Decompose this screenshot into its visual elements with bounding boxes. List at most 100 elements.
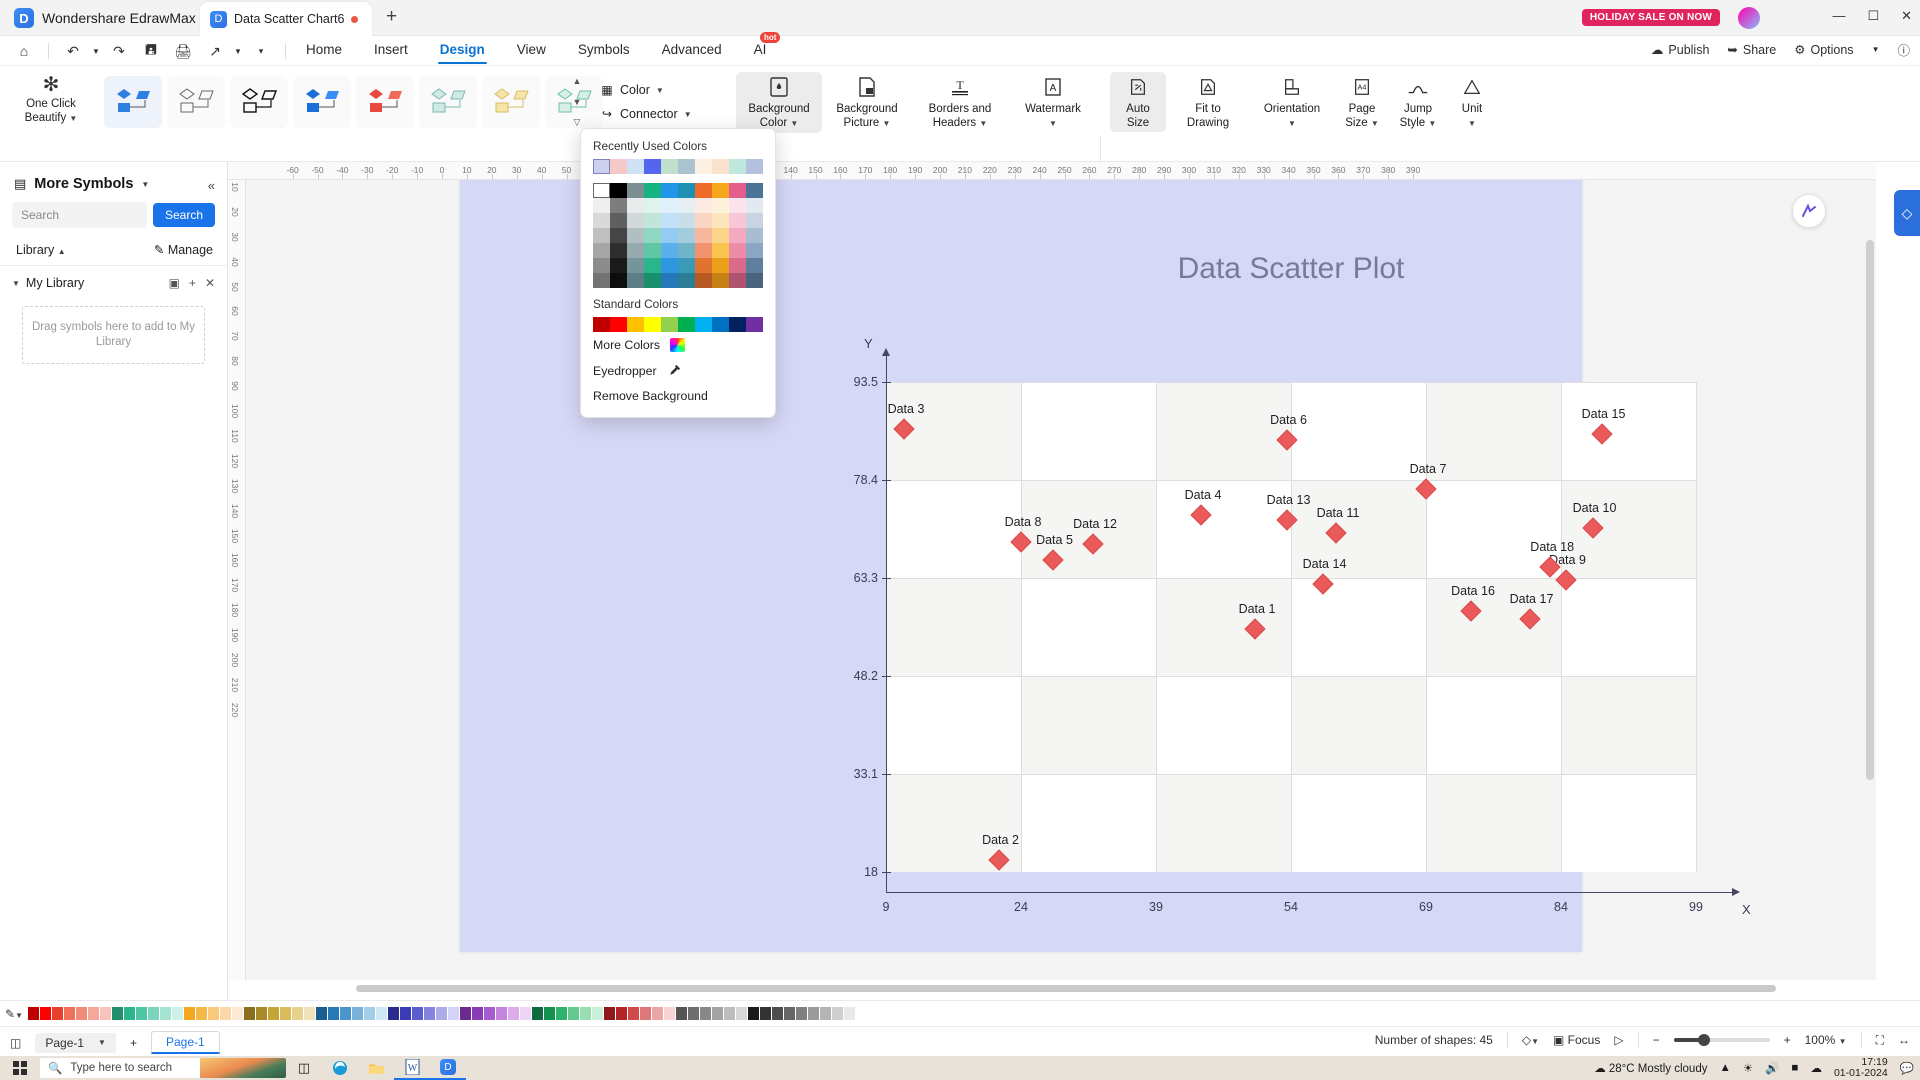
horizontal-ruler[interactable]: -60-50-40-30-20-100102030405060708090100…: [228, 162, 1876, 180]
palette-color-swatch[interactable]: [746, 258, 763, 273]
quick-color-swatch[interactable]: [328, 1007, 339, 1020]
right-rail-button[interactable]: ◇: [1894, 190, 1920, 236]
palette-color-swatch[interactable]: [661, 273, 678, 288]
palette-color-swatch[interactable]: [746, 198, 763, 213]
quick-color-swatch[interactable]: [772, 1007, 783, 1020]
palette-color-swatch[interactable]: [610, 213, 627, 228]
quick-color-swatch[interactable]: [604, 1007, 615, 1020]
maximize-button[interactable]: ☐: [1867, 8, 1879, 24]
page-size-button[interactable]: A4 Page Size ▼: [1334, 72, 1390, 131]
quick-color-swatch[interactable]: [616, 1007, 627, 1020]
palette-color-swatch[interactable]: [729, 273, 746, 288]
fit-width-icon[interactable]: ↔: [1898, 1033, 1910, 1047]
background-picture-button[interactable]: Background Picture ▼: [824, 72, 910, 131]
edge-icon[interactable]: [322, 1056, 358, 1080]
standard-color-swatch[interactable]: [610, 317, 627, 332]
menu-view[interactable]: View: [501, 39, 562, 60]
quick-color-swatch[interactable]: [556, 1007, 567, 1020]
recent-color-swatch[interactable]: [593, 159, 610, 174]
quick-color-swatch[interactable]: [340, 1007, 351, 1020]
recent-color-swatch[interactable]: [695, 159, 712, 174]
export-icon[interactable]: ↗: [201, 39, 229, 63]
chevron-down-icon[interactable]: ▼: [1428, 119, 1436, 128]
quick-color-swatch[interactable]: [484, 1007, 495, 1020]
vertical-ruler[interactable]: 1020304050607080901001101201301401501601…: [228, 180, 246, 980]
quick-color-swatch[interactable]: [688, 1007, 699, 1020]
palette-color-swatch[interactable]: [627, 228, 644, 243]
palette-color-swatch[interactable]: [746, 183, 763, 198]
palette-color-swatch[interactable]: [644, 213, 661, 228]
edrawmax-icon[interactable]: D: [430, 1056, 466, 1080]
add-library-icon[interactable]: +: [189, 276, 196, 290]
auto-size-button[interactable]: Auto Size: [1110, 72, 1166, 132]
gallery-scroll-down-icon[interactable]: ▼: [573, 97, 582, 107]
color-command[interactable]: ▦ Color ▼: [600, 80, 700, 100]
color-palette-grid[interactable]: [593, 183, 763, 288]
watermark-button[interactable]: A Watermark ▼: [1010, 72, 1096, 131]
quick-color-swatch[interactable]: [472, 1007, 483, 1020]
undo-icon[interactable]: ↶: [59, 39, 87, 63]
menu-advanced[interactable]: Advanced: [646, 39, 738, 60]
menu-design[interactable]: Design: [424, 39, 501, 60]
quick-color-swatch[interactable]: [448, 1007, 459, 1020]
collapse-panel-button[interactable]: «: [208, 178, 215, 193]
recent-color-swatch[interactable]: [610, 159, 627, 174]
palette-color-swatch[interactable]: [610, 198, 627, 213]
quick-color-swatch[interactable]: [664, 1007, 675, 1020]
background-color-button[interactable]: Background Color ▼: [736, 72, 822, 133]
quick-color-swatch[interactable]: [628, 1007, 639, 1020]
scatter-chart[interactable]: Data Scatter Plot Y X 1833.148.263.378.4…: [886, 382, 1696, 882]
quick-color-strip[interactable]: ✎▼: [0, 1000, 1920, 1026]
holiday-sale-badge[interactable]: HOLIDAY SALE ON NOW: [1582, 9, 1720, 26]
palette-color-swatch[interactable]: [729, 183, 746, 198]
quick-color-swatch[interactable]: [100, 1007, 111, 1020]
palette-color-swatch[interactable]: [695, 258, 712, 273]
palette-color-swatch[interactable]: [610, 243, 627, 258]
quick-color-swatch[interactable]: [280, 1007, 291, 1020]
taskbar-search[interactable]: 🔍 Type here to search: [40, 1058, 286, 1078]
quick-color-swatch[interactable]: [148, 1007, 159, 1020]
more-icon[interactable]: ▾: [247, 39, 275, 63]
chevron-down-icon[interactable]: ▼: [790, 119, 798, 128]
standard-color-swatch[interactable]: [729, 317, 746, 332]
more-colors-item[interactable]: More Colors: [593, 332, 763, 357]
quick-color-swatch[interactable]: [700, 1007, 711, 1020]
fit-page-icon[interactable]: ⛶: [1876, 1033, 1884, 1048]
quick-color-swatch[interactable]: [592, 1007, 603, 1020]
quick-color-swatch[interactable]: [196, 1007, 207, 1020]
search-input[interactable]: Search: [12, 202, 147, 228]
quick-color-swatch[interactable]: [28, 1007, 39, 1020]
palette-color-swatch[interactable]: [678, 183, 695, 198]
palette-color-swatch[interactable]: [746, 213, 763, 228]
palette-color-swatch[interactable]: [695, 213, 712, 228]
palette-color-swatch[interactable]: [661, 198, 678, 213]
minimize-button[interactable]: —: [1832, 8, 1845, 24]
quick-color-swatch[interactable]: [748, 1007, 759, 1020]
menu-ai[interactable]: AI hot: [738, 39, 783, 60]
palette-color-swatch[interactable]: [644, 228, 661, 243]
quick-color-swatch[interactable]: [220, 1007, 231, 1020]
zoom-in-button[interactable]: +: [1784, 1033, 1791, 1047]
palette-color-swatch[interactable]: [695, 183, 712, 198]
manage-button[interactable]: ✎ Manage: [154, 242, 213, 257]
orientation-button[interactable]: Orientation ▼: [1250, 72, 1334, 131]
palette-color-swatch[interactable]: [593, 273, 610, 288]
notifications-icon[interactable]: 💬: [1900, 1061, 1914, 1075]
chevron-down-icon[interactable]: ▼: [12, 279, 20, 288]
pen-icon[interactable]: ✎▼: [0, 1007, 28, 1021]
menu-symbols[interactable]: Symbols: [562, 39, 646, 60]
recent-color-swatch[interactable]: [678, 159, 695, 174]
new-library-icon[interactable]: ▣: [169, 276, 180, 290]
palette-color-swatch[interactable]: [712, 243, 729, 258]
avatar[interactable]: [1738, 7, 1760, 29]
gallery-theme-7[interactable]: [482, 76, 540, 128]
standard-color-swatch[interactable]: [644, 317, 661, 332]
quick-color-swatch[interactable]: [676, 1007, 687, 1020]
zoom-out-button[interactable]: −: [1653, 1033, 1660, 1047]
quick-color-swatch[interactable]: [832, 1007, 843, 1020]
connector-command[interactable]: ↪ Connector ▼: [600, 104, 700, 124]
menu-home[interactable]: Home: [290, 39, 358, 60]
redo-icon[interactable]: ↷: [105, 39, 133, 63]
gallery-scroll-up-icon[interactable]: ▲: [573, 76, 582, 86]
page-list-icon[interactable]: ◫: [10, 1036, 21, 1050]
